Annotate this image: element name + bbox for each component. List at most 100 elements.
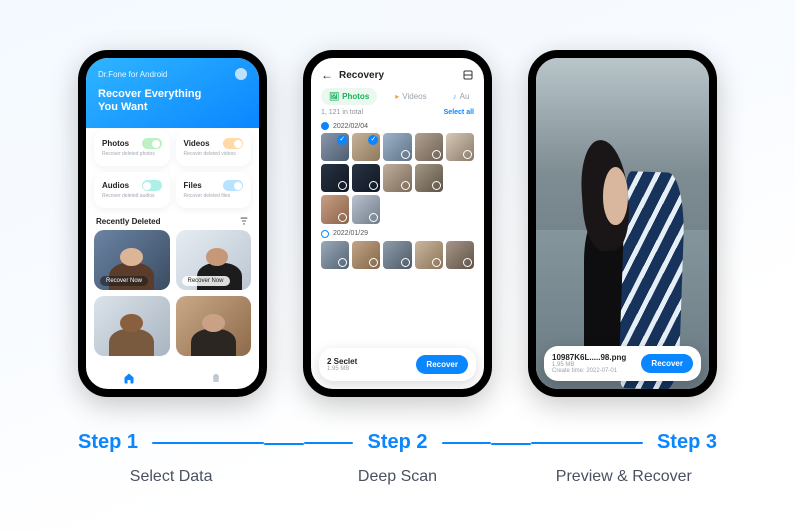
select-ring-icon [432, 181, 441, 190]
phone-step3: 10987K6L.....98.png 1.95 MB Create time:… [528, 50, 717, 397]
grid-date2 [311, 241, 484, 309]
card-photos-label: Photos [102, 139, 129, 148]
nav-trash[interactable] [173, 367, 260, 389]
file-name: 10987K6L.....98.png [552, 353, 641, 362]
card-videos[interactable]: Videos Recover deleted videos [176, 130, 252, 166]
date2-checkbox[interactable] [321, 230, 329, 238]
select-ring-icon [338, 258, 347, 267]
tab-photos-label: Photos [342, 92, 369, 101]
step-3: Step 3 Preview & Recover [531, 431, 717, 486]
selected-count: 2 Seclet [327, 357, 416, 366]
filter-icon[interactable] [239, 216, 249, 226]
step2-title: Step 2 [367, 431, 427, 454]
photo-cell[interactable] [321, 241, 349, 269]
date2-label: 2022/01/29 [333, 230, 368, 237]
recover-button[interactable]: Recover [416, 355, 468, 374]
file-info-bar: 10987K6L.....98.png 1.95 MB Create time:… [544, 346, 701, 381]
photo-cell[interactable] [415, 241, 443, 269]
select-ring-icon [401, 181, 410, 190]
tab-videos-label: Videos [402, 92, 426, 101]
step1-sub: Select Data [78, 468, 264, 486]
step-divider [264, 443, 304, 445]
select-ring-icon [369, 258, 378, 267]
photo-cell[interactable] [383, 133, 411, 161]
recent-grid: Recover Now Recover Now [86, 230, 259, 356]
photo-cell[interactable] [321, 195, 349, 223]
recent-section-title: Recently Deleted [96, 217, 160, 226]
back-icon[interactable]: ← [321, 68, 333, 82]
scan-icon[interactable] [462, 69, 474, 81]
step1-title: Step 1 [78, 431, 138, 454]
select-ring-icon [369, 181, 378, 190]
card-audios-label: Audios [102, 181, 129, 190]
recent-thumb-4[interactable] [176, 296, 252, 356]
date1-checkbox[interactable] [321, 122, 329, 130]
select-ring-icon [369, 213, 378, 222]
toggle-audios[interactable] [142, 180, 162, 191]
photo-cell[interactable] [321, 164, 349, 192]
phone-step2: ← Recovery 🖼Photos ▸Videos ♪Au 1, 121 in… [303, 50, 492, 397]
photo-cell[interactable]: ✓ [321, 133, 349, 161]
grid-date1: ✓ ✓ [311, 133, 484, 228]
stage: Dr.Fone for Android Recover Everything Y… [0, 0, 795, 531]
card-files-sub: Recover deleted files [184, 193, 244, 199]
select-ring-icon [463, 150, 472, 159]
recover-now-button[interactable]: Recover Now [182, 276, 230, 286]
selected-size: 1.95 MB [327, 366, 416, 372]
step2-sub: Deep Scan [304, 468, 490, 486]
phones-row: Dr.Fone for Android Recover Everything Y… [78, 50, 717, 397]
card-videos-sub: Recover deleted videos [184, 151, 244, 157]
check-icon: ✓ [368, 135, 378, 145]
card-photos-sub: Recover deleted photos [102, 151, 162, 157]
phone1-hero-title: Recover Everything You Want [98, 88, 247, 114]
select-ring-icon [432, 258, 441, 267]
card-photos[interactable]: Photos Recover deleted photos [94, 130, 170, 166]
step-2: Step 2 Deep Scan [304, 431, 490, 486]
photo-cell[interactable] [383, 164, 411, 192]
photo-cell[interactable] [415, 133, 443, 161]
recent-thumb-1[interactable]: Recover Now [94, 230, 170, 290]
photo-cell[interactable] [352, 164, 380, 192]
recover-button[interactable]: Recover [641, 354, 693, 373]
select-ring-icon [338, 213, 347, 222]
recent-thumb-3[interactable] [94, 296, 170, 356]
selection-bar: 2 Seclet 1.95 MB Recover [319, 348, 476, 381]
recent-thumb-2[interactable]: Recover Now [176, 230, 252, 290]
card-files[interactable]: Files Recover deleted files [176, 172, 252, 208]
select-ring-icon [401, 150, 410, 159]
photo-cell[interactable] [352, 195, 380, 223]
nav-home[interactable] [86, 367, 173, 389]
photo-cell[interactable]: ✓ [352, 133, 380, 161]
select-all-link[interactable]: Select all [444, 109, 474, 116]
photo-cell[interactable] [446, 241, 474, 269]
toggle-photos[interactable] [142, 138, 162, 149]
media-tabs: 🖼Photos ▸Videos ♪Au [311, 88, 484, 109]
recovery-title: Recovery [339, 70, 456, 81]
hero-line2: You Want [98, 101, 247, 114]
step3-title: Step 3 [657, 431, 717, 454]
tab-photos[interactable]: 🖼Photos [321, 88, 377, 105]
total-count: 1, 121 in total [321, 109, 363, 116]
recover-now-button[interactable]: Recover Now [100, 276, 148, 286]
toggle-files[interactable] [223, 180, 243, 191]
category-grid: Photos Recover deleted photos Videos Rec… [86, 122, 259, 214]
card-audios[interactable]: Audios Recover deleted audios [94, 172, 170, 208]
steps-row: Step 1 Select Data Step 2 Deep Scan Step… [78, 431, 717, 486]
toggle-videos[interactable] [223, 138, 243, 149]
photo-cell[interactable] [352, 241, 380, 269]
step-1: Step 1 Select Data [78, 431, 264, 486]
tab-videos[interactable]: ▸Videos [387, 88, 434, 105]
preview-image[interactable] [536, 58, 709, 389]
select-ring-icon [463, 258, 472, 267]
photo-cell[interactable] [446, 133, 474, 161]
check-icon: ✓ [337, 135, 347, 145]
hero-line1: Recover Everything [98, 88, 247, 101]
card-videos-label: Videos [184, 139, 210, 148]
select-ring-icon [432, 150, 441, 159]
tab-audios[interactable]: ♪Au [445, 88, 478, 105]
step3-sub: Preview & Recover [531, 468, 717, 486]
photo-cell[interactable] [415, 164, 443, 192]
avatar-icon[interactable] [235, 68, 247, 80]
photo-cell[interactable] [383, 241, 411, 269]
card-audios-sub: Recover deleted audios [102, 193, 162, 199]
